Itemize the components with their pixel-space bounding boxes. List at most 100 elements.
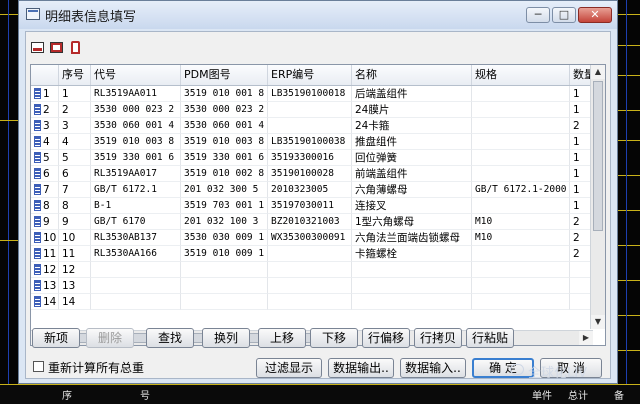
table-row[interactable]: 13 13 [31,278,601,294]
table-row[interactable]: 9 9 GB/T 6170 201 032 100 3 BZ2010321003 1型六角… [31,214,601,230]
cell-name[interactable]: 推盘组件 [352,134,472,150]
cell-code[interactable]: RL3519AA011 [91,86,181,102]
cell-name[interactable]: 后端盖组件 [352,86,472,102]
data-import-button[interactable]: 数据输入.. [400,358,466,378]
swap-column-button[interactable]: 换列 [202,328,250,348]
row-header[interactable]: 2 [31,102,59,118]
cell-code[interactable]: GB/T 6170 [91,214,181,230]
row-header[interactable]: 8 [31,198,59,214]
cell-seq[interactable]: 5 [59,150,91,166]
close-button[interactable]: ✕ [578,7,612,23]
cell-seq[interactable]: 13 [59,278,91,294]
row-paste-button[interactable]: 行粘贴 [466,328,514,348]
cell-code[interactable] [91,262,181,278]
cell-pdm[interactable]: 3530 000 023 2 [181,102,268,118]
cell-seq[interactable]: 12 [59,262,91,278]
move-down-button[interactable]: 下移 [310,328,358,348]
cell-spec[interactable] [472,246,570,262]
cell-code[interactable] [91,294,181,310]
row-header[interactable]: 6 [31,166,59,182]
cell-code[interactable]: GB/T 6172.1 [91,182,181,198]
cell-spec[interactable] [472,102,570,118]
cell-spec[interactable]: M10 [472,230,570,246]
cell-name[interactable]: 卡箍螺栓 [352,246,472,262]
cell-erp[interactable] [268,262,352,278]
table-row[interactable]: 6 6 RL3519AA017 3519 010 002 8 35190100028 前端… [31,166,601,182]
data-export-button[interactable]: 数据输出.. [328,358,394,378]
cell-spec[interactable] [472,166,570,182]
row-header[interactable]: 7 [31,182,59,198]
cell-code[interactable]: 3530 060 001 4 [91,118,181,134]
cell-name[interactable] [352,278,472,294]
table-delete-icon[interactable] [50,42,63,53]
table-row[interactable]: 1 1 RL3519AA011 3519 010 001 8 LB35190100018… [31,86,601,102]
row-header[interactable]: 9 [31,214,59,230]
cell-spec[interactable] [472,294,570,310]
cell-code[interactable]: 3519 010 003 8 [91,134,181,150]
row-header[interactable]: 5 [31,150,59,166]
table-insert-icon[interactable] [31,42,44,53]
row-header[interactable]: 4 [31,134,59,150]
cell-pdm[interactable]: 201 032 100 3 [181,214,268,230]
cell-code[interactable]: RL3519AA017 [91,166,181,182]
cell-seq[interactable]: 9 [59,214,91,230]
cell-erp[interactable] [268,294,352,310]
cell-pdm[interactable]: 3519 010 001 8 [181,86,268,102]
cell-name[interactable]: 回位弹簧 [352,150,472,166]
cell-code[interactable] [91,278,181,294]
cell-pdm[interactable]: 3530 030 009 1 [181,230,268,246]
cell-seq[interactable]: 6 [59,166,91,182]
maximize-button[interactable]: □ [552,7,576,23]
table-row[interactable]: 8 8 B-1 3519 703 001 1 35197030011 连接叉 1 [31,198,601,214]
cell-spec[interactable] [472,278,570,294]
cell-erp[interactable] [268,278,352,294]
bom-grid[interactable]: 序号 代号 PDM图号 ERP编号 名称 规格 数量 1 1 RL3519AA011… [30,64,606,346]
row-header[interactable]: 3 [31,118,59,134]
table-row[interactable]: 10 10 RL3530AB137 3530 030 009 1 WX353003000… [31,230,601,246]
cell-code[interactable]: RL3530AB137 [91,230,181,246]
col-header-spec[interactable]: 规格 [472,65,570,85]
cell-name[interactable]: 1型六角螺母 [352,214,472,230]
cell-erp[interactable]: WX35300300091 [268,230,352,246]
cell-name[interactable] [352,262,472,278]
cell-name[interactable]: 连接叉 [352,198,472,214]
table-row[interactable]: 12 12 [31,262,601,278]
cell-spec[interactable]: M10 [472,214,570,230]
cell-erp[interactable]: LB35190100018 [268,86,352,102]
cell-erp[interactable]: 2010323005 [268,182,352,198]
cell-erp[interactable] [268,118,352,134]
cell-pdm[interactable]: 3519 010 002 8 [181,166,268,182]
cell-pdm[interactable]: 3519 010 003 8 [181,134,268,150]
cell-seq[interactable]: 7 [59,182,91,198]
title-bar[interactable]: 明细表信息填写 ─ □ ✕ [19,1,617,29]
cell-erp[interactable]: BZ2010321003 [268,214,352,230]
recalc-weight-checkbox[interactable] [33,361,44,372]
cell-pdm[interactable] [181,262,268,278]
col-header-pdm[interactable]: PDM图号 [181,65,268,85]
row-header[interactable]: 1 [31,86,59,102]
cell-erp[interactable] [268,246,352,262]
cell-erp[interactable]: 35190100028 [268,166,352,182]
row-header[interactable]: 14 [31,294,59,310]
row-header[interactable]: 13 [31,278,59,294]
cell-seq[interactable]: 11 [59,246,91,262]
delete-button[interactable]: 删除 [86,328,134,348]
move-up-button[interactable]: 上移 [258,328,306,348]
col-header-seq[interactable]: 序号 [59,65,91,85]
cell-seq[interactable]: 3 [59,118,91,134]
cell-erp[interactable]: 35193300016 [268,150,352,166]
cell-code[interactable]: 3519 330 001 6 [91,150,181,166]
cell-name[interactable] [352,294,472,310]
cell-pdm[interactable]: 3519 010 009 1 [181,246,268,262]
cell-erp[interactable] [268,102,352,118]
cell-pdm[interactable] [181,294,268,310]
row-header[interactable]: 10 [31,230,59,246]
cell-seq[interactable]: 10 [59,230,91,246]
table-row[interactable]: 5 5 3519 330 001 6 3519 330 001 6 3519330001… [31,150,601,166]
col-header-erp[interactable]: ERP编号 [268,65,352,85]
scroll-up-icon[interactable]: ▲ [591,65,605,79]
cell-pdm[interactable]: 201 032 300 5 [181,182,268,198]
scroll-down-icon[interactable]: ▼ [591,315,605,329]
table-row[interactable]: 3 3 3530 060 001 4 3530 060 001 4 24卡箍 2 [31,118,601,134]
cell-spec[interactable] [472,118,570,134]
